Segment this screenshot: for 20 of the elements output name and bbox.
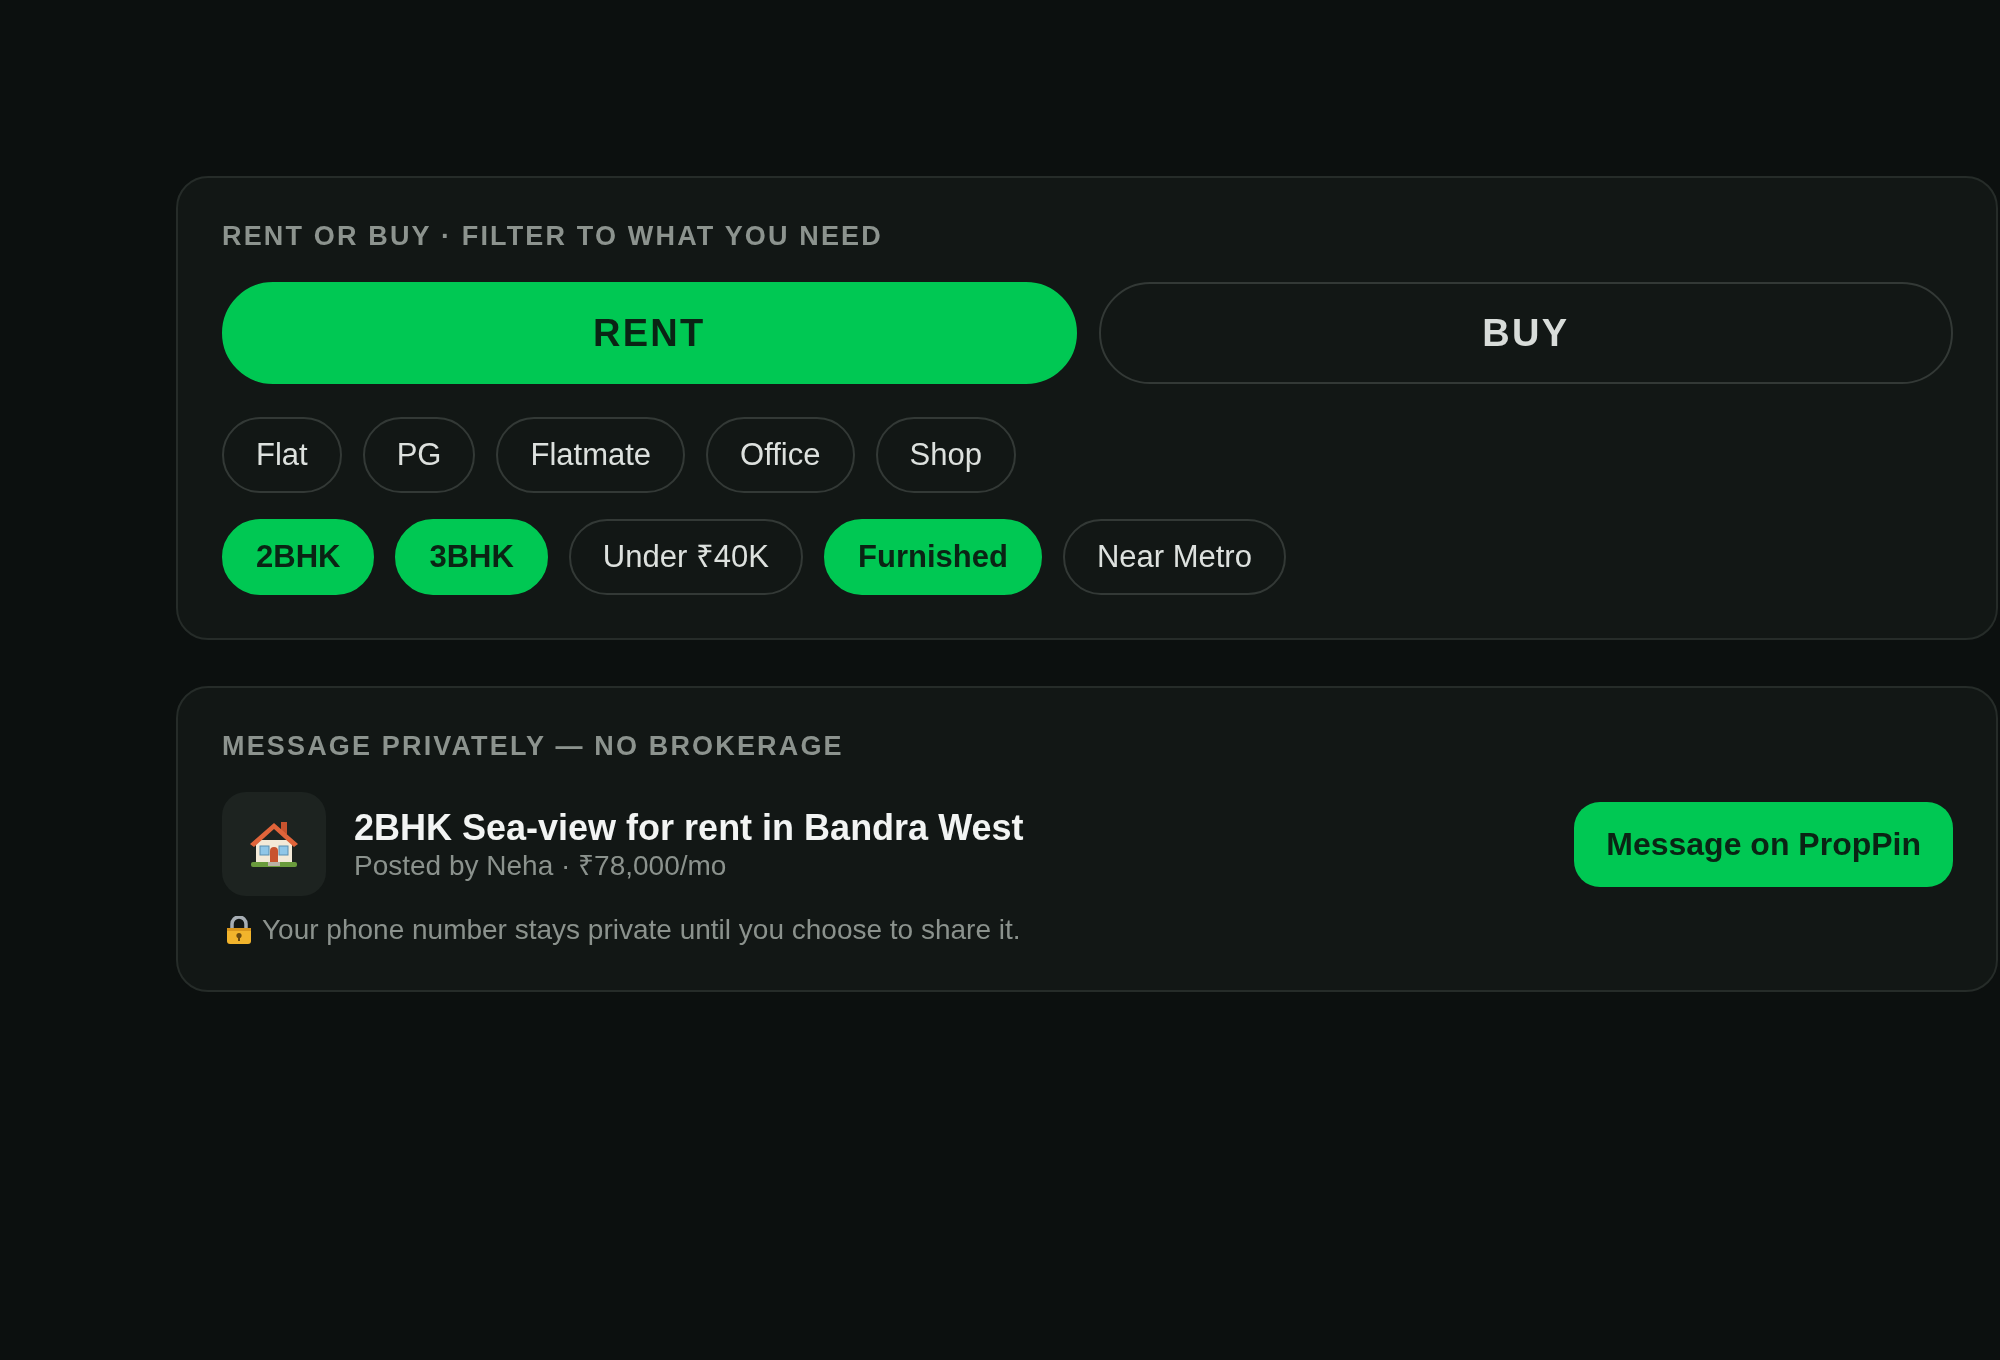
lock-icon <box>226 916 252 944</box>
property-type-chip[interactable]: Office <box>706 417 855 493</box>
message-button[interactable]: Message on PropPin <box>1574 801 1953 887</box>
property-type-chip[interactable]: Flatmate <box>496 417 686 493</box>
property-type-chip[interactable]: PG <box>362 417 476 493</box>
filter-chip[interactable]: 2BHK <box>222 519 375 595</box>
filter-chip[interactable]: Under ₹40K <box>568 519 804 595</box>
property-type-chip[interactable]: Shop <box>875 417 1016 493</box>
filter-chip[interactable]: Furnished <box>824 519 1042 595</box>
privacy-note: Your phone number stays private until you choose to share it. <box>262 913 1021 947</box>
house-icon <box>222 792 326 896</box>
panel-heading: MESSAGE PRIVATELY — NO BROKERAGE <box>222 730 845 762</box>
panel-heading: RENT OR BUY · FILTER TO WHAT YOU NEED <box>222 220 884 252</box>
filter-chip[interactable]: 3BHK <box>395 519 548 595</box>
listing-subtitle: Posted by Neha · ₹78,000/mo <box>354 848 728 883</box>
mode-toggle-button[interactable]: BUY <box>1098 282 1953 384</box>
filter-chip[interactable]: Near Metro <box>1062 519 1286 595</box>
mode-toggle-button[interactable]: RENT <box>222 282 1077 384</box>
property-type-chip[interactable]: Flat <box>222 417 342 493</box>
listing-title: 2BHK Sea-view for rent in Bandra West <box>354 805 1025 849</box>
